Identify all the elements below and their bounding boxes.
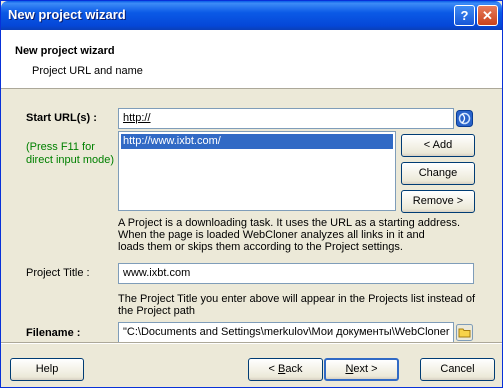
start-url-hint-line1: (Press F11 for (26, 141, 95, 153)
next-button[interactable]: Next > (324, 358, 399, 381)
title-bar: New project wizard ? ✕ (1, 1, 502, 30)
start-url-hint-line2: direct input mode) (26, 154, 115, 166)
wizard-window: New project wizard ? ✕ New project wizar… (0, 0, 503, 388)
description-line: loads them or skips them according to th… (118, 241, 403, 253)
back-button[interactable]: < Back (248, 358, 323, 381)
start-url-label: Start URL(s) : (26, 112, 97, 124)
help-button[interactable]: Help (10, 358, 84, 381)
description-line: The Project Title you enter above will a… (118, 293, 476, 305)
next-rest: ext > (353, 363, 378, 375)
filename-label: Filename : (26, 327, 81, 339)
project-description: A Project is a downloading task. It uses… (118, 217, 460, 253)
back-rest: ack (285, 363, 303, 375)
start-url-list[interactable]: http://www.ixbt.com/ (118, 131, 396, 211)
description-line: When the page is loaded WebCloner analyz… (118, 229, 425, 241)
project-title-description: The Project Title you enter above will a… (118, 293, 475, 317)
cancel-button[interactable]: Cancel (420, 358, 495, 381)
description-line: the Project path (118, 305, 196, 317)
close-title-button[interactable]: ✕ (477, 5, 498, 26)
webcloner-globe-icon[interactable] (456, 110, 473, 127)
start-url-input-text: http:// (123, 112, 151, 124)
start-url-input[interactable]: http:// (118, 108, 454, 129)
filename-input[interactable]: "C:\Documents and Settings\merkulov\Мои … (118, 322, 454, 343)
change-url-button[interactable]: Change (401, 162, 475, 185)
header-subtitle: Project URL and name (32, 65, 143, 77)
help-title-button[interactable]: ? (454, 5, 475, 26)
back-prefix: < (268, 363, 278, 375)
footer-separator (1, 342, 502, 344)
window-title: New project wizard (8, 7, 126, 22)
wizard-header: New project wizard Project URL and name (1, 30, 502, 89)
list-item[interactable]: http://www.ixbt.com/ (121, 134, 393, 149)
header-title: New project wizard (15, 45, 115, 57)
description-line: A Project is a downloading task. It uses… (118, 217, 460, 229)
project-title-label: Project Title : (26, 267, 90, 279)
add-url-button[interactable]: < Add (401, 134, 475, 157)
remove-url-button[interactable]: Remove > (401, 190, 475, 213)
project-title-input[interactable]: www.ixbt.com (118, 263, 474, 284)
folder-icon[interactable] (456, 324, 473, 341)
